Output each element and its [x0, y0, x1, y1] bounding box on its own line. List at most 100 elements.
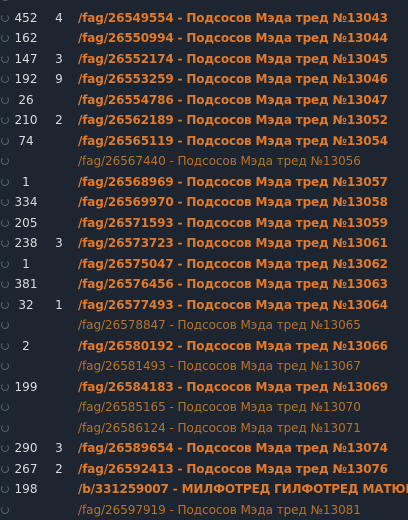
thread-row[interactable]: 238 3/fag/26573723 - Подсосов Мэда тред №…	[0, 233, 408, 253]
thread-row[interactable]: /fag/26578847 - Подсосов Мэда тред №1306…	[0, 315, 408, 335]
thread-row[interactable]: 205/fag/26571593 - Подсосов Мэда тред №1…	[0, 213, 408, 233]
thread-link[interactable]: /fag/26586124 - Подсосов Мэда тред №1307…	[78, 418, 361, 438]
thread-post-count: 210	[14, 113, 38, 127]
loading-spinner-icon	[1, 239, 9, 247]
thread-link[interactable]: /fag/26573723 - Подсосов Мэда тред №1306…	[78, 233, 388, 253]
loading-spinner-icon	[1, 95, 9, 104]
loading-spinner-icon	[1, 464, 9, 473]
thread-link[interactable]: /fag/26592413 - Подсосов Мэда тред №1307…	[78, 459, 388, 479]
loading-spinner-icon	[1, 341, 9, 350]
thread-link[interactable]: /fag/26589654 - Подсосов Мэда тред №1307…	[78, 438, 388, 458]
thread-link[interactable]: /fag/26550994 - Подсосов Мэда тред №1304…	[78, 28, 388, 48]
thread-post-count: 238	[14, 236, 38, 250]
thread-link[interactable]: /fag/26575047 - Подсосов Мэда тред №1306…	[78, 254, 388, 274]
thread-link[interactable]: /fag/26571593 - Подсосов Мэда тред №1305…	[78, 213, 388, 233]
thread-row[interactable]: 334/fag/26569970 - Подсосов Мэда тред №1…	[0, 192, 408, 212]
loading-spinner-icon	[1, 321, 9, 329]
thread-row[interactable]: 26/fag/26554786 - Подсосов Мэда тред №13…	[0, 90, 408, 110]
thread-link[interactable]: /fag/26597919 - Подсосов Мэда тред №1308…	[78, 500, 361, 520]
loading-spinner-icon	[1, 13, 9, 22]
loading-spinner-icon	[1, 382, 9, 391]
thread-row[interactable]: /fag/26581493 - Подсосов Мэда тред №1306…	[0, 356, 408, 376]
loading-spinner-icon	[1, 423, 9, 432]
thread-new-posts-count: 9	[55, 72, 63, 86]
thread-link[interactable]: /fag/26549554 - Подсосов Мэда тред №1304…	[78, 8, 388, 28]
thread-link[interactable]: /fag/26585165 - Подсосов Мэда тред №1307…	[78, 397, 361, 417]
thread-row[interactable]: 192 9/fag/26553259 - Подсосов Мэда тред №…	[0, 69, 408, 89]
loading-spinner-icon	[1, 280, 9, 288]
loading-spinner-icon	[1, 54, 9, 63]
thread-link[interactable]: /fag/26552174 - Подсосов Мэда тред №1304…	[78, 49, 388, 69]
thread-link[interactable]: /fag/26578847 - Подсосов Мэда тред №1306…	[78, 315, 361, 335]
thread-row[interactable]: /fag/26567440 - Подсосов Мэда тред №1305…	[0, 151, 408, 171]
thread-row[interactable]: 199/fag/26584183 - Подсосов Мэда тред №1…	[0, 377, 408, 397]
loading-spinner-icon	[1, 116, 9, 124]
thread-new-posts-count: 3	[55, 441, 63, 455]
thread-new-posts-count: 2	[55, 461, 63, 476]
loading-spinner-icon	[1, 177, 9, 186]
loading-spinner-icon	[1, 300, 9, 309]
thread-row[interactable]: 2/fag/26580192 - Подсосов Мэда тред №130…	[0, 336, 408, 356]
thread-link[interactable]: /fag/26567440 - Подсосов Мэда тред №1305…	[78, 151, 361, 171]
loading-spinner-icon	[1, 157, 9, 165]
thread-row[interactable]: 290 3/fag/26589654 - Подсосов Мэда тред №…	[0, 438, 408, 458]
thread-post-count: 199	[14, 379, 38, 394]
thread-row[interactable]: 162/fag/26550994 - Подсосов Мэда тред №1…	[0, 28, 408, 48]
thread-link[interactable]: /fag/26569970 - Подсосов Мэда тред №1305…	[78, 192, 388, 212]
thread-post-count: 290	[14, 441, 38, 455]
thread-new-posts-count: 3	[55, 236, 63, 250]
thread-row[interactable]: /fag/26585165 - Подсосов Мэда тред №1307…	[0, 397, 408, 417]
loading-spinner-icon	[1, 403, 9, 411]
thread-new-posts-count: 3	[55, 51, 63, 66]
thread-new-posts-count: 2	[55, 113, 63, 127]
loading-spinner-icon	[1, 444, 9, 452]
loading-spinner-icon	[1, 259, 9, 268]
thread-row[interactable]: 210 2/fag/26562189 - Подсосов Мэда тред №…	[0, 110, 408, 130]
loading-spinner-icon	[1, 34, 9, 42]
thread-link[interactable]: /fag/26565119 - Подсосов Мэда тред №1305…	[78, 131, 388, 151]
thread-link[interactable]: /fag/26568969 - Подсосов Мэда тред №1305…	[78, 172, 388, 192]
loading-spinner-icon	[1, 218, 9, 227]
thread-post-count: 162	[14, 31, 38, 45]
thread-post-count: 74	[18, 133, 34, 148]
loading-spinner-icon	[1, 136, 9, 145]
thread-post-count: 452	[14, 10, 38, 25]
thread-link[interactable]: /fag/26580192 - Подсосов Мэда тред №1306…	[78, 336, 388, 356]
thread-row[interactable]: 198/b/331259007 - МИЛФОТРЕД ГИЛФОТРЕД МА…	[0, 479, 408, 499]
thread-row[interactable]: 32 1/fag/26577493 - Подсосов Мэда тред №1…	[0, 295, 408, 315]
thread-new-posts-count: 1	[55, 297, 63, 312]
thread-link[interactable]: /fag/26577493 - Подсосов Мэда тред №1306…	[78, 295, 388, 315]
thread-link[interactable]: /fag/26562189 - Подсосов Мэда тред №1305…	[78, 110, 388, 130]
thread-row[interactable]: 267 2/fag/26592413 - Подсосов Мэда тред №…	[0, 459, 408, 479]
thread-row[interactable]: 74/fag/26565119 - Подсосов Мэда тред №13…	[0, 131, 408, 151]
loading-spinner-icon	[1, 485, 9, 493]
thread-post-count: 334	[14, 195, 38, 209]
thread-row[interactable]	[0, 0, 408, 7]
thread-post-count: 198	[14, 482, 38, 496]
thread-post-count: 192	[14, 72, 38, 86]
loading-spinner-icon	[1, 0, 9, 1]
thread-link[interactable]: /fag/26576456 - Подсосов Мэда тред №1306…	[78, 274, 388, 294]
thread-post-count: 32	[18, 297, 34, 312]
thread-post-count: 2	[22, 338, 30, 353]
thread-link[interactable]: /fag/26553259 - Подсосов Мэда тред №1304…	[78, 69, 388, 89]
thread-post-count: 267	[14, 461, 38, 476]
thread-link[interactable]: /fag/26554786 - Подсосов Мэда тред №1304…	[78, 90, 388, 110]
thread-post-count: 381	[14, 277, 38, 291]
thread-post-count: 1	[22, 256, 30, 271]
thread-row[interactable]: 381/fag/26576456 - Подсосов Мэда тред №1…	[0, 274, 408, 294]
thread-row[interactable]: 1/fag/26568969 - Подсосов Мэда тред №130…	[0, 172, 408, 192]
thread-link[interactable]: /b/331259007 - МИЛФОТРЕД ГИЛФОТРЕД МАТЮР…	[78, 479, 408, 499]
thread-post-count: 147	[14, 51, 38, 66]
thread-post-count: 1	[22, 174, 30, 189]
thread-link[interactable]: /fag/26584183 - Подсосов Мэда тред №1306…	[78, 377, 388, 397]
loading-spinner-icon	[1, 505, 9, 514]
favorite-threads-list: 452 4/fag/26549554 - Подсосов Мэда тред №…	[0, 0, 408, 520]
thread-row[interactable]: 147 3/fag/26552174 - Подсосов Мэда тред №…	[0, 49, 408, 69]
thread-row[interactable]: 452 4/fag/26549554 - Подсосов Мэда тред №…	[0, 8, 408, 28]
loading-spinner-icon	[1, 75, 9, 83]
thread-row[interactable]: /fag/26586124 - Подсосов Мэда тред №1307…	[0, 418, 408, 438]
thread-link[interactable]: /fag/26581493 - Подсосов Мэда тред №1306…	[78, 356, 361, 376]
thread-row[interactable]: 1/fag/26575047 - Подсосов Мэда тред №130…	[0, 254, 408, 274]
thread-row[interactable]: /fag/26597919 - Подсосов Мэда тред №1308…	[0, 500, 408, 520]
